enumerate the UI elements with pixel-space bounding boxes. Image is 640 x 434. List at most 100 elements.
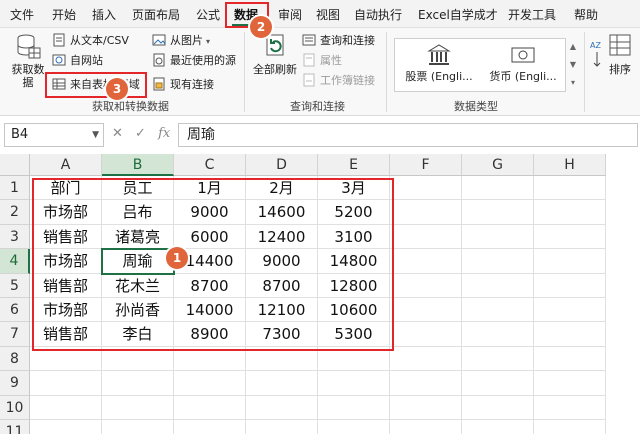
from-web-button[interactable]: 自网站: [52, 52, 103, 70]
spreadsheet-grid[interactable]: A B C D E F G H 1 2 3 4 5 6 7 8 9 10 11 部门 员工 1月 2月 3月 市场部 吕布 9000…: [0, 154, 640, 434]
stocks-data-type-button[interactable]: 股票 (Engli...: [397, 43, 481, 83]
column-header[interactable]: B: [102, 154, 174, 176]
cell-D9[interactable]: [246, 371, 318, 396]
currency-data-type-button[interactable]: 货币 (Engli...: [481, 43, 565, 83]
row-header[interactable]: 5: [0, 273, 30, 298]
cell-A11[interactable]: [30, 420, 102, 434]
column-header[interactable]: A: [30, 154, 102, 176]
cell-G8[interactable]: [462, 346, 534, 372]
row-header[interactable]: 11: [0, 420, 30, 434]
tab-file[interactable]: 文件: [10, 5, 34, 25]
chevron-down-icon[interactable]: ▼: [568, 56, 578, 74]
queries-connections-button[interactable]: 查询和连接: [302, 32, 375, 50]
cell-H11[interactable]: [534, 420, 606, 434]
row-header[interactable]: 3: [0, 224, 30, 250]
cell-F8[interactable]: [390, 346, 462, 372]
gallery-scroll[interactable]: ▲ ▼ ▾: [568, 38, 578, 92]
cell-B11[interactable]: [102, 420, 174, 434]
edit-links-button[interactable]: 工作簿链接: [302, 72, 375, 90]
cell-G5[interactable]: [462, 273, 534, 298]
select-all-corner[interactable]: [0, 154, 30, 176]
refresh-all-button[interactable]: 全部刷新: [250, 32, 300, 76]
cell-G3[interactable]: [462, 224, 534, 250]
tab-insert[interactable]: 插入: [92, 5, 116, 25]
row-header[interactable]: 6: [0, 298, 30, 323]
cell-G1[interactable]: [462, 176, 534, 201]
cell-H10[interactable]: [534, 395, 606, 420]
cell-A10[interactable]: [30, 395, 102, 420]
cell-F9[interactable]: [390, 371, 462, 396]
column-header[interactable]: D: [246, 154, 318, 176]
column-header[interactable]: G: [462, 154, 534, 176]
tab-developer[interactable]: 开发工具: [508, 5, 556, 25]
cell-F11[interactable]: [390, 420, 462, 434]
cell-H6[interactable]: [534, 298, 606, 323]
cell-H9[interactable]: [534, 371, 606, 396]
column-header[interactable]: E: [318, 154, 390, 176]
column-header[interactable]: F: [390, 154, 462, 176]
cell-G9[interactable]: [462, 371, 534, 396]
tab-formulas[interactable]: 公式: [196, 5, 220, 25]
cell-F4[interactable]: [390, 249, 462, 274]
row-header[interactable]: 4: [0, 249, 30, 274]
row-header[interactable]: 10: [0, 395, 30, 420]
cell-D11[interactable]: [246, 420, 318, 434]
cell-B10[interactable]: [102, 395, 174, 420]
from-picture-button[interactable]: 从图片 ▾: [152, 32, 210, 50]
formula-input[interactable]: 周瑜: [178, 123, 638, 147]
expand-icon[interactable]: ▾: [568, 74, 578, 92]
cell-E11[interactable]: [318, 420, 390, 434]
cell-G11[interactable]: [462, 420, 534, 434]
cell-G4[interactable]: [462, 249, 534, 274]
get-data-button[interactable]: 获取数据: [8, 32, 48, 89]
cell-F5[interactable]: [390, 273, 462, 298]
row-header[interactable]: 2: [0, 200, 30, 225]
row-header[interactable]: 9: [0, 371, 30, 396]
cell-E10[interactable]: [318, 395, 390, 420]
cell-F1[interactable]: [390, 176, 462, 201]
cell-G7[interactable]: [462, 322, 534, 347]
cell-F10[interactable]: [390, 395, 462, 420]
row-header[interactable]: 1: [0, 176, 30, 201]
cell-F7[interactable]: [390, 322, 462, 347]
cell-C10[interactable]: [174, 395, 246, 420]
cell-H5[interactable]: [534, 273, 606, 298]
column-header[interactable]: C: [174, 154, 246, 176]
from-text-csv-button[interactable]: 从文本/CSV: [52, 32, 129, 50]
tab-home[interactable]: 开始: [52, 5, 76, 25]
cell-H4[interactable]: [534, 249, 606, 274]
cell-C11[interactable]: [174, 420, 246, 434]
tab-review[interactable]: 审阅: [278, 5, 302, 25]
cell-G6[interactable]: [462, 298, 534, 323]
properties-button[interactable]: 属性: [302, 52, 342, 70]
chevron-down-icon[interactable]: ▼: [92, 124, 99, 146]
cell-C9[interactable]: [174, 371, 246, 396]
row-header[interactable]: 7: [0, 322, 30, 347]
column-header[interactable]: H: [534, 154, 606, 176]
cell-G2[interactable]: [462, 200, 534, 225]
cell-D10[interactable]: [246, 395, 318, 420]
tab-excel-self-study[interactable]: Excel自学成才: [418, 5, 498, 25]
name-box[interactable]: B4 ▼: [4, 123, 104, 147]
cell-H8[interactable]: [534, 346, 606, 372]
row-header[interactable]: 8: [0, 346, 30, 372]
cell-F6[interactable]: [390, 298, 462, 323]
cell-H1[interactable]: [534, 176, 606, 201]
cell-G10[interactable]: [462, 395, 534, 420]
cell-F2[interactable]: [390, 200, 462, 225]
tab-automate[interactable]: 自动执行: [354, 5, 402, 25]
cell-F3[interactable]: [390, 224, 462, 250]
cell-B9[interactable]: [102, 371, 174, 396]
enter-icon[interactable]: ✓: [135, 126, 146, 141]
tab-page-layout[interactable]: 页面布局: [132, 5, 180, 25]
tab-help[interactable]: 帮助: [574, 5, 598, 25]
cancel-icon[interactable]: ✕: [112, 126, 123, 141]
cell-H7[interactable]: [534, 322, 606, 347]
cell-H2[interactable]: [534, 200, 606, 225]
cell-E9[interactable]: [318, 371, 390, 396]
cell-A9[interactable]: [30, 371, 102, 396]
tab-view[interactable]: 视图: [316, 5, 340, 25]
recent-sources-button[interactable]: 最近使用的源: [152, 52, 236, 70]
cell-H3[interactable]: [534, 224, 606, 250]
sort-button[interactable]: 排序: [600, 32, 640, 76]
